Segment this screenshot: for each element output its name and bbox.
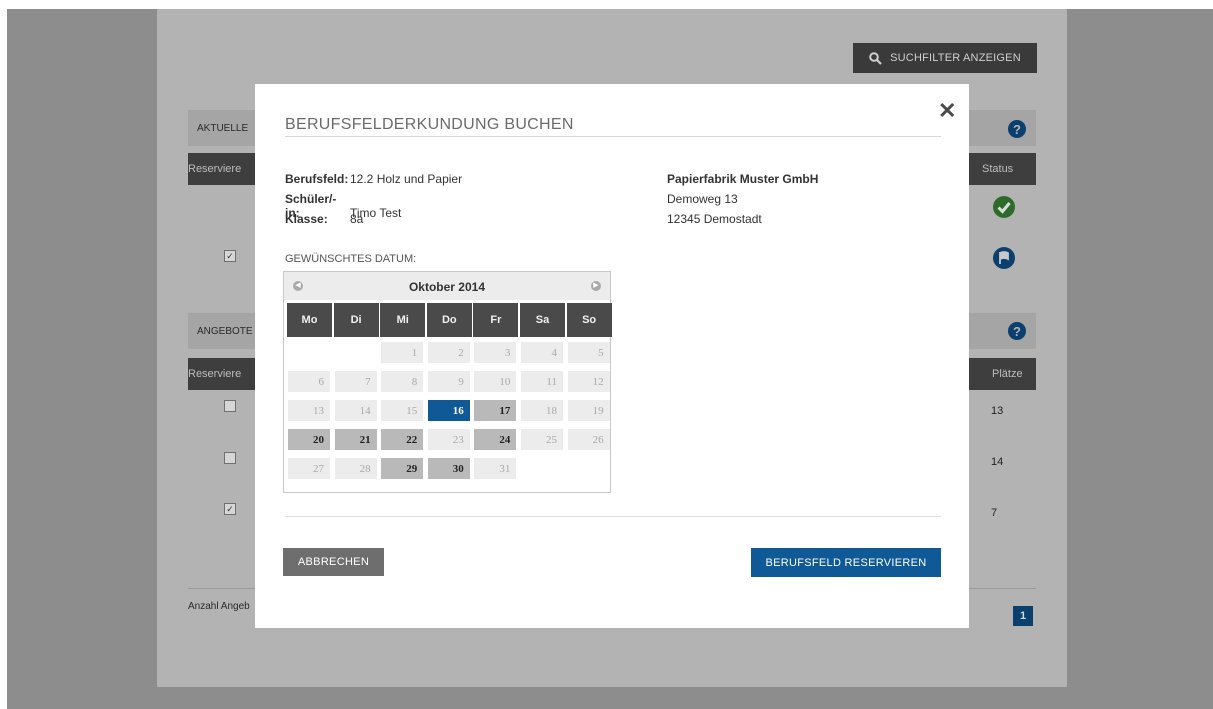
calendar-day: 19 xyxy=(567,400,610,421)
info-key: Klasse: xyxy=(285,212,328,226)
info-value: 8a xyxy=(350,212,364,226)
info-key: Berufsfeld: xyxy=(285,172,349,186)
calendar-day[interactable]: 30 xyxy=(427,458,470,479)
calendar-day: 15 xyxy=(381,400,424,421)
calendar-day: 9 xyxy=(427,371,470,392)
calendar-day: 12 xyxy=(567,371,610,392)
current-row-checkbox[interactable]: ✓ xyxy=(224,250,236,262)
calendar-day: 7 xyxy=(334,371,377,392)
calendar-day: 14 xyxy=(334,400,377,421)
calendar-day: 25 xyxy=(521,429,563,450)
offer-count: Anzahl Angeb xyxy=(188,601,250,612)
company-city: 12345 Demostadt xyxy=(667,212,762,226)
show-search-filter-label: SUCHFILTER ANZEIGEN xyxy=(890,52,1021,64)
question-icon[interactable]: ? xyxy=(1008,322,1026,340)
calendar-day: 2 xyxy=(427,342,470,363)
calendar-day: 31 xyxy=(474,458,517,479)
company-name: Papierfabrik Muster GmbH xyxy=(667,172,819,186)
offer-row-checkbox[interactable] xyxy=(224,452,236,464)
weekday-header: Di xyxy=(333,303,379,337)
search-icon xyxy=(869,51,882,65)
calendar-day: 23 xyxy=(427,429,470,450)
pagination-page[interactable]: 1 xyxy=(1013,606,1033,626)
calendar-day[interactable]: 22 xyxy=(381,429,424,450)
offer-plaetze: 13 xyxy=(991,405,1004,417)
calendar-day[interactable]: 17 xyxy=(474,400,517,421)
calendar-day[interactable]: 20 xyxy=(288,429,330,450)
weekday-header: Do xyxy=(426,303,472,337)
datepicker-month: Oktober 2014 xyxy=(408,280,486,294)
info-class: Klasse: 8a xyxy=(285,212,363,226)
calendar-day[interactable]: 29 xyxy=(381,458,424,479)
date-label: GEWÜNSCHTES DATUM: xyxy=(285,253,417,265)
offer-plaetze: 7 xyxy=(991,507,998,519)
calendar-day[interactable]: 24 xyxy=(474,429,517,450)
section-offers-label: ANGEBOTE xyxy=(197,326,253,337)
datepicker-header: ◀ Oktober 2014 ▶ xyxy=(284,272,610,300)
weekday-header: So xyxy=(566,303,612,337)
calendar-day: 18 xyxy=(521,400,563,421)
datepicker: ◀ Oktober 2014 ▶ Mo Di Mi Do Fr Sa So 12345678… xyxy=(283,271,612,493)
calendar-day: 4 xyxy=(521,342,563,363)
flag-circle-icon xyxy=(993,247,1015,269)
booking-modal: BERUFSFELDERKUNDUNG BUCHEN ✕ Berufsfeld:… xyxy=(255,84,969,628)
offer-row-checkbox[interactable] xyxy=(224,400,236,412)
col-plaetze: Plätze xyxy=(992,368,1023,380)
reserve-button[interactable]: BERUFSFELD RESERVIEREN xyxy=(751,548,941,577)
calendar-day: 11 xyxy=(521,371,563,392)
offer-plaetze: 14 xyxy=(991,456,1004,468)
calendar-day: 13 xyxy=(288,400,330,421)
calendar-day: 26 xyxy=(567,429,610,450)
question-icon[interactable]: ? xyxy=(1008,120,1026,138)
next-month-icon[interactable]: ▶ xyxy=(591,281,601,291)
company-street: Demoweg 13 xyxy=(667,192,738,206)
weekday-header: Fr xyxy=(473,303,519,337)
calendar-day: 5 xyxy=(567,342,610,363)
divider xyxy=(285,136,941,137)
calendar-day[interactable]: 21 xyxy=(334,429,377,450)
cancel-button[interactable]: ABBRECHEN xyxy=(283,548,384,576)
calendar-day: 6 xyxy=(288,371,330,392)
col-reserve: Reserviere xyxy=(188,368,242,380)
calendar-day: 28 xyxy=(334,458,377,479)
show-search-filter-button[interactable]: SUCHFILTER ANZEIGEN xyxy=(853,43,1037,73)
calendar-day: 1 xyxy=(381,342,424,363)
close-icon[interactable]: ✕ xyxy=(938,100,956,122)
calendar-day: 10 xyxy=(474,371,517,392)
section-current-label: AKTUELLE xyxy=(197,123,249,134)
check-circle-icon xyxy=(993,196,1015,218)
weekday-header: Mo xyxy=(287,303,332,337)
calendar-day: 8 xyxy=(381,371,424,392)
weekday-header: Sa xyxy=(520,303,565,337)
weekday-header: Mi xyxy=(380,303,426,337)
calendar-day: 27 xyxy=(288,458,330,479)
modal-title: BERUFSFELDERKUNDUNG BUCHEN xyxy=(285,116,574,133)
col-reserve: Reserviere xyxy=(188,163,242,175)
offer-row-checkbox[interactable]: ✓ xyxy=(224,503,236,515)
info-value: 12.2 Holz und Papier xyxy=(350,172,463,186)
calendar-day: 3 xyxy=(474,342,517,363)
col-status: Status xyxy=(982,163,1014,175)
calendar-day-selected[interactable]: 16 xyxy=(427,400,470,421)
divider xyxy=(285,516,941,517)
info-berufsfeld: Berufsfeld: 12.2 Holz und Papier xyxy=(285,172,462,186)
